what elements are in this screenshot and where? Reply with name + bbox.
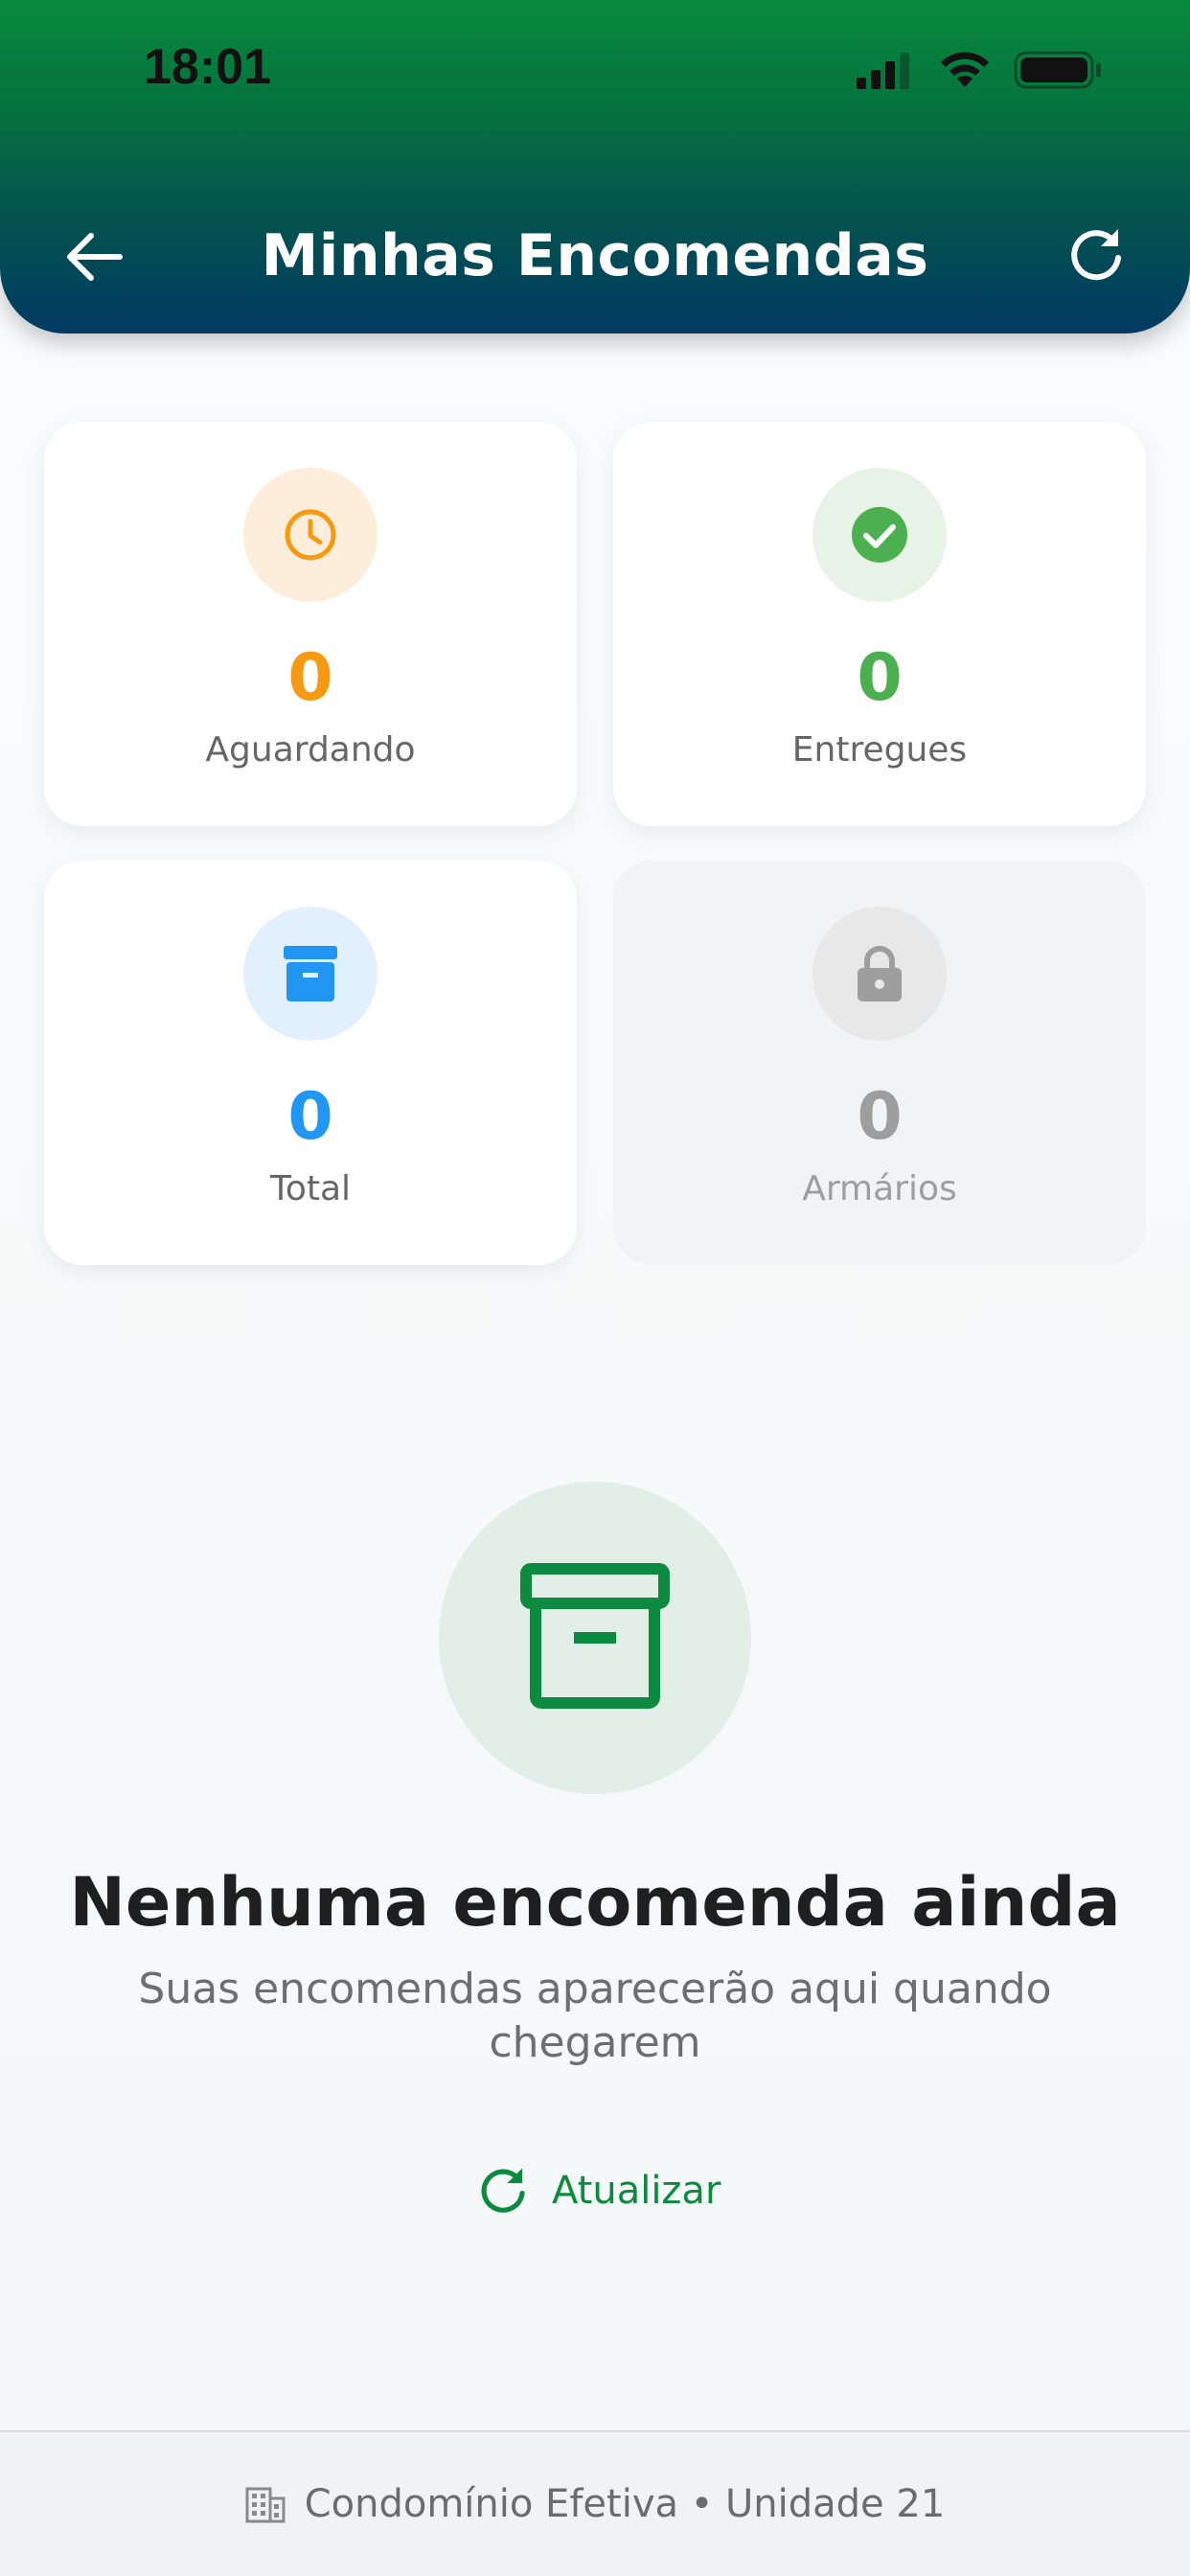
stat-icon-circle (812, 468, 947, 602)
stat-value: 0 (857, 640, 903, 716)
battery-icon (1014, 51, 1101, 89)
status-icons (855, 48, 1104, 92)
stat-label: Total (269, 1169, 352, 1208)
footer-text: Condomínio Efetiva • Unidade 21 (304, 2482, 946, 2526)
refresh-icon (1071, 229, 1121, 281)
stat-icon-circle (243, 468, 378, 602)
stat-value: 0 (287, 640, 333, 716)
lock-icon (858, 946, 902, 1001)
empty-state-subtitle: Suas encomendas aparecerão aqui quando c… (138, 1965, 1052, 2067)
refresh-icon (481, 2168, 525, 2213)
stat-card-delivered[interactable]: 0 Entregues (613, 422, 1146, 826)
check-circle-icon (852, 507, 907, 563)
clock-icon (285, 509, 336, 561)
page-title: Minhas Encomendas (261, 222, 929, 289)
signal-icon (857, 53, 909, 89)
archive-icon (520, 1563, 670, 1709)
update-button-label: Atualizar (552, 2169, 721, 2213)
stat-value: 0 (287, 1079, 333, 1155)
building-icon (245, 2487, 286, 2523)
stat-card-total[interactable]: 0 Total (44, 861, 577, 1265)
status-time: 18:01 (144, 39, 271, 95)
footer: Condomínio Efetiva • Unidade 21 (0, 2430, 1190, 2576)
stat-label: Entregues (791, 730, 968, 770)
stat-label: Aguardando (205, 730, 416, 770)
wifi-icon (941, 52, 989, 87)
app-header: 18:01 Minhas Encomendas (0, 0, 1190, 334)
stat-label: Armários (802, 1169, 957, 1208)
stat-value: 0 (857, 1079, 903, 1155)
stat-card-lockers: 0 Armários (613, 861, 1146, 1265)
update-button[interactable]: Atualizar (458, 2147, 740, 2235)
empty-state-icon-circle (439, 1482, 751, 1794)
stat-card-waiting[interactable]: 0 Aguardando (44, 422, 577, 826)
empty-state-title: Nenhuma encomenda ainda (69, 1863, 1121, 1942)
stat-icon-circle (243, 907, 378, 1041)
stat-icon-circle (812, 907, 947, 1041)
screen: 18:01 Minhas Encomendas 0 Aguardando 0 E… (0, 0, 1190, 2576)
refresh-button[interactable] (1058, 217, 1134, 293)
archive-icon (284, 946, 337, 1001)
